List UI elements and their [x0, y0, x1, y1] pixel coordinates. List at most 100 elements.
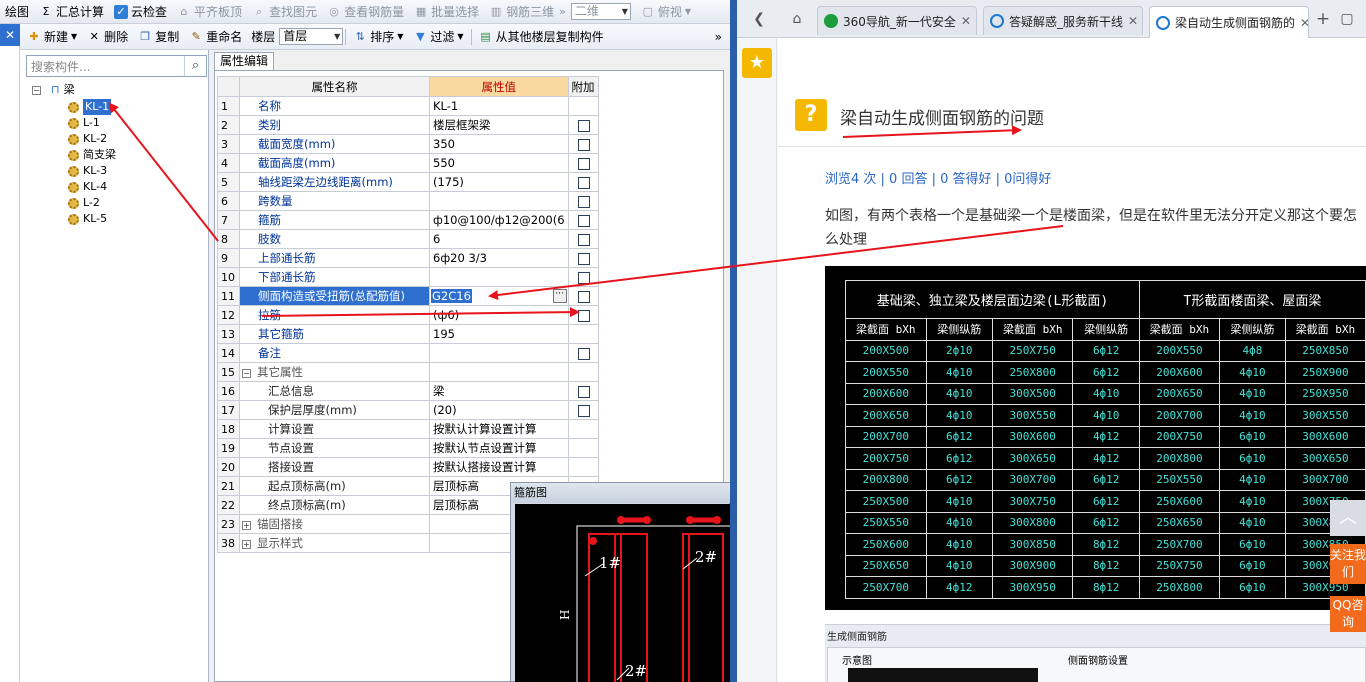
property-value[interactable]: ф10@100/ф12@200(6 [429, 210, 569, 230]
property-value[interactable]: 550 [429, 153, 569, 173]
extra-checkbox[interactable] [577, 385, 590, 398]
tree-item[interactable]: KL-1 [68, 99, 112, 115]
property-value[interactable]: 按默认计算设置计算 [429, 419, 569, 439]
extra-checkbox[interactable] [577, 290, 590, 303]
stirrup-diagram-window[interactable]: 箍筋图 1# 2# 2# H [510, 482, 730, 682]
property-row[interactable]: 4 截面高度(mm) 550 [217, 153, 599, 173]
extra-checkbox[interactable] [577, 252, 590, 265]
rename-button[interactable]: ✎ 重命名 [184, 26, 247, 48]
collapse-icon[interactable]: − [242, 369, 251, 378]
tab-property-edit[interactable]: 属性编辑 [214, 52, 274, 70]
extra-checkbox[interactable] [577, 176, 590, 189]
property-row[interactable]: 14 备注 [217, 343, 599, 363]
property-value[interactable]: 6 [429, 229, 569, 249]
property-row[interactable]: 9 上部通长筋 6ф20 3/3 [217, 248, 599, 268]
property-value-editor[interactable]: G2C16 [431, 289, 472, 303]
browser-tab-active[interactable]: 梁自动生成侧面钢筋的 ✕ [1149, 6, 1309, 38]
batch-select-button[interactable]: ▦ 批量选择 [409, 1, 484, 23]
overflow-chevron-icon[interactable]: » [715, 30, 730, 44]
property-row[interactable]: 17 保护层厚度(mm) (20) [217, 400, 599, 420]
tree-root[interactable]: − ⊓ 梁 [32, 82, 75, 98]
property-row[interactable]: 1 名称 KL-1 [217, 96, 599, 116]
expand-icon[interactable]: + [242, 521, 251, 530]
property-value[interactable]: 350 [429, 134, 569, 154]
favorite-star-icon[interactable]: ★ [742, 48, 772, 78]
property-value[interactable]: 195 [429, 324, 569, 344]
property-row[interactable]: 8 肢数 6 [217, 229, 599, 249]
collapse-icon[interactable]: − [32, 85, 41, 95]
new-button[interactable]: ✚ 新建 ▼ [22, 26, 82, 48]
sum-button[interactable]: Σ 汇总计算 [34, 1, 109, 23]
property-value[interactable]: 按默认搭接设置计算 [429, 457, 569, 477]
property-value[interactable]: 6ф20 3/3 [429, 248, 569, 268]
back-icon[interactable]: ❮ [749, 9, 769, 29]
tree-item[interactable]: KL-2 [68, 131, 107, 147]
property-row[interactable]: 18 计算设置 按默认计算设置计算 [217, 419, 599, 439]
property-value[interactable]: KL-1 [429, 96, 569, 116]
property-value[interactable]: (175) [429, 172, 569, 192]
home-icon[interactable]: ⌂ [787, 9, 807, 29]
more-options-icon[interactable]: ··· [552, 289, 567, 303]
sort-button[interactable]: ⇅ 排序 ▼ [348, 26, 408, 48]
browser-tab[interactable]: 360导航_新一代安全 ✕ [817, 6, 977, 35]
follow-us-button[interactable]: 关注我们 [1330, 544, 1366, 584]
property-value[interactable] [429, 362, 569, 382]
copy-from-floor-button[interactable]: ▤ 从其他楼层复制构件 [474, 26, 609, 48]
tree-item[interactable]: KL-4 [68, 179, 107, 195]
extra-checkbox[interactable] [577, 271, 590, 284]
search-icon[interactable]: ⌕ [184, 56, 206, 76]
property-value[interactable]: 梁 [429, 381, 569, 401]
find-element-button[interactable]: ⌕ 查找图元 [247, 1, 322, 23]
tree-item[interactable]: 简支梁 [68, 147, 116, 163]
property-value[interactable]: (ф6) [429, 305, 569, 325]
tree-item[interactable]: L-1 [68, 115, 100, 131]
extra-checkbox[interactable] [577, 233, 590, 246]
draw-button[interactable]: 绘图 [0, 1, 34, 23]
extra-checkbox[interactable] [577, 309, 590, 322]
view-top-combo[interactable]: ▢ 俯视 ▼ [636, 1, 696, 23]
question-stats[interactable]: 浏览4 次 | 0 回答 | 0 答得好 | 0问得好 [825, 168, 1051, 187]
filter-button[interactable]: ▼ 过滤 ▼ [408, 26, 468, 48]
floor-select[interactable]: 首层 ▼ [279, 28, 344, 45]
browser-tab[interactable]: 答疑解惑_服务新干线 ✕ [983, 6, 1143, 35]
view-rebar-button[interactable]: ◎ 查看钢筋量 [322, 1, 409, 23]
component-search-input[interactable]: 搜索构件... ⌕ [26, 55, 207, 77]
tree-item[interactable]: KL-3 [68, 163, 107, 179]
back-to-top-icon[interactable]: ︿ [1330, 500, 1366, 536]
extra-checkbox[interactable] [577, 214, 590, 227]
property-row[interactable]: 15− 其它属性 [217, 362, 599, 382]
property-row[interactable]: 6 跨数量 [217, 191, 599, 211]
property-row[interactable]: 7 箍筋 ф10@100/ф12@200(6 [217, 210, 599, 230]
overflow-chevron-icon[interactable]: » [559, 5, 566, 18]
extra-checkbox[interactable] [577, 119, 590, 132]
new-tab-button[interactable]: + [1313, 9, 1333, 29]
property-row[interactable]: 13 其它箍筋 195 [217, 324, 599, 344]
tab-close-icon[interactable]: ✕ [1300, 16, 1308, 30]
tree-item[interactable]: KL-5 [68, 211, 107, 227]
property-value[interactable]: 按默认节点设置计算 [429, 438, 569, 458]
extra-checkbox[interactable] [577, 138, 590, 151]
tab-close-icon[interactable]: ✕ [961, 14, 971, 28]
qq-consult-button[interactable]: QQ咨询 [1330, 596, 1366, 632]
extra-checkbox[interactable] [577, 157, 590, 170]
property-row[interactable]: 3 截面宽度(mm) 350 [217, 134, 599, 154]
tree-item[interactable]: L-2 [68, 195, 100, 211]
extra-checkbox[interactable] [577, 347, 590, 360]
property-row[interactable]: 16 汇总信息梁 [217, 381, 599, 401]
property-row[interactable]: 10 下部通长筋 [217, 267, 599, 287]
expand-icon[interactable]: + [242, 540, 251, 549]
cloud-check-button[interactable]: ✓ 云检查 [109, 1, 172, 23]
view-2d-combo[interactable]: 二维 ▼ [566, 1, 636, 23]
property-row[interactable]: 5 轴线距梁左边线距离(mm) (175) [217, 172, 599, 192]
property-row[interactable]: 19 节点设置 按默认节点设置计算 [217, 438, 599, 458]
property-row[interactable]: 2 类别 楼层框架梁 [217, 115, 599, 135]
property-value[interactable]: G2C16 ··· [429, 286, 569, 306]
extra-checkbox[interactable] [577, 195, 590, 208]
property-value[interactable] [429, 343, 569, 363]
property-value[interactable] [429, 191, 569, 211]
delete-button[interactable]: ✕ 删除 [82, 26, 133, 48]
property-value[interactable]: 楼层框架梁 [429, 115, 569, 135]
property-row[interactable]: 11 侧面构造或受扭筋(总配筋值) G2C16 ··· [217, 286, 599, 306]
property-row[interactable]: 12 拉筋 (ф6) [217, 305, 599, 325]
extra-checkbox[interactable] [577, 404, 590, 417]
